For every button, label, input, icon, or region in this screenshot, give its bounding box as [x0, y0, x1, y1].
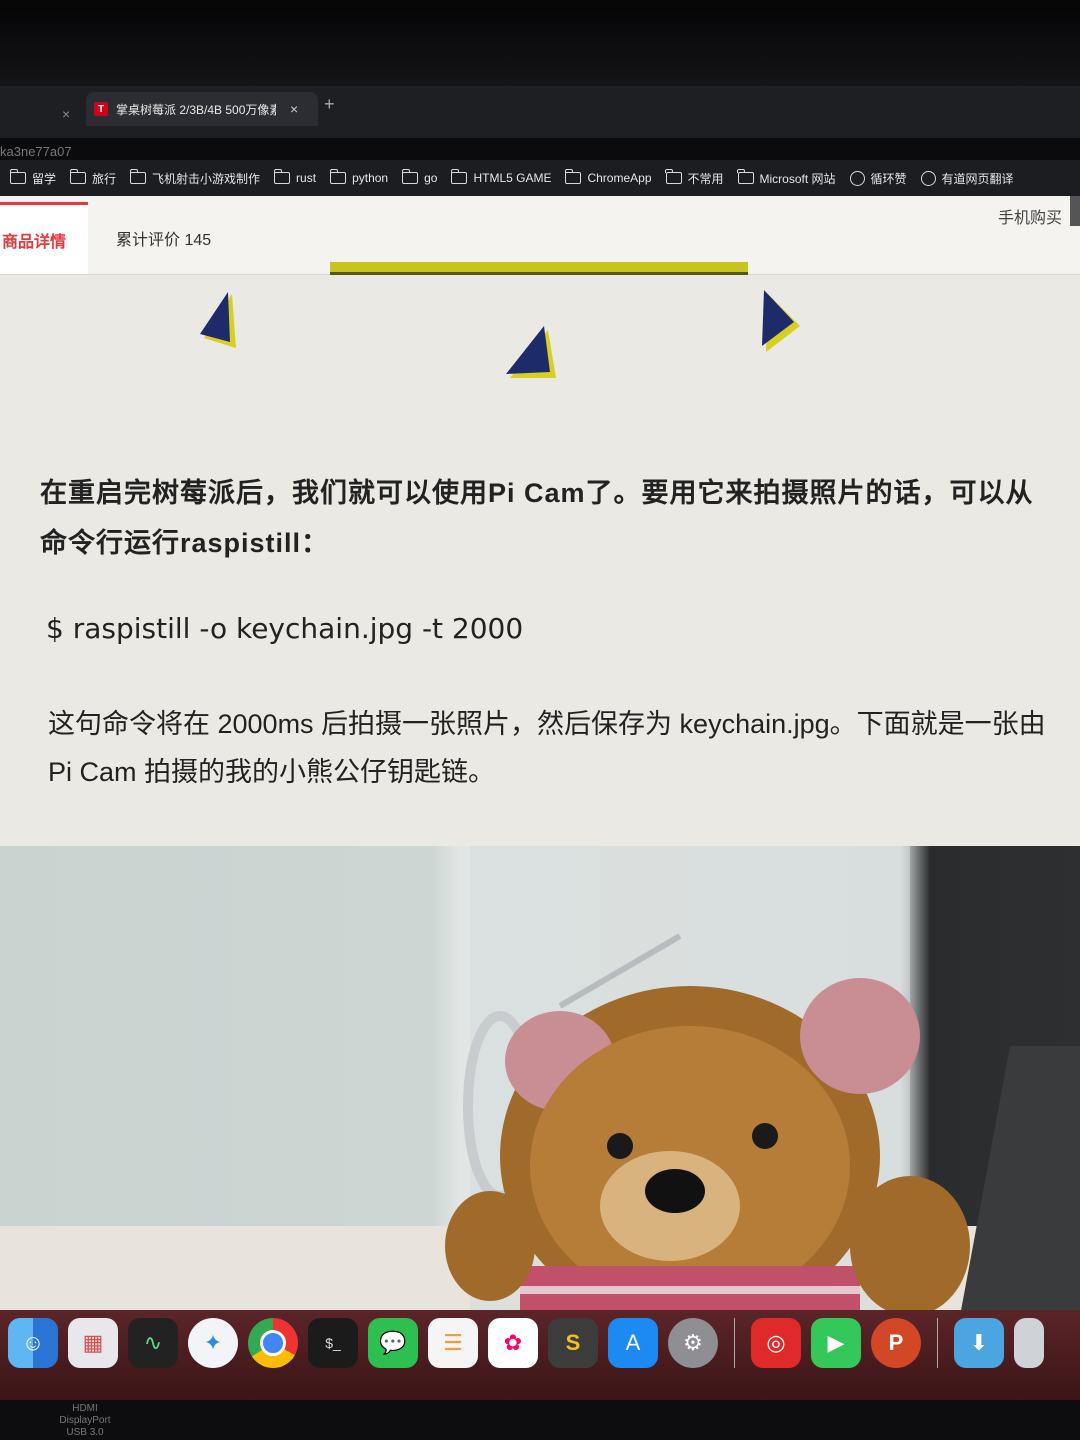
tmall-favicon-icon: T	[94, 102, 108, 116]
app-store-icon[interactable]: A	[608, 1318, 658, 1368]
finder-icon[interactable]: ☺	[8, 1318, 58, 1368]
folder-icon	[69, 169, 87, 184]
launchpad-icon[interactable]: ▦	[68, 1318, 118, 1368]
tab-close-icon[interactable]: ×	[290, 101, 298, 117]
downloads-folder-icon[interactable]: ⬇	[954, 1318, 1004, 1368]
folder-icon	[450, 169, 468, 184]
folder-icon	[329, 169, 347, 184]
bookmark-folder-study[interactable]: 留学	[9, 169, 56, 187]
folder-icon	[737, 169, 754, 184]
command-line-snippet: $ raspistill -o keychain.jpg -t 2000	[46, 612, 524, 645]
monitor-port-label: HDMI DisplayPort USB 3.0	[59, 1403, 111, 1438]
folder-icon	[9, 169, 26, 184]
bear-keychain-photo	[0, 846, 1080, 1310]
macos-dock: ☺ ▦ ∿ ✦ $_ 💬 ☰ ✿ S A ⚙ ◎ ▶ P ⬇	[0, 1310, 1080, 1400]
screen-bezel-top	[0, 0, 1080, 90]
tab-product-details[interactable]: 商品详情	[0, 202, 88, 274]
reminders-icon[interactable]: ☰	[428, 1318, 478, 1368]
bookmark-folder-travel[interactable]: 旅行	[69, 169, 116, 187]
photos-icon[interactable]: ✿	[488, 1318, 538, 1368]
facetime-icon[interactable]: ▶	[811, 1318, 861, 1368]
terminal-icon[interactable]: $_	[308, 1318, 358, 1368]
bookmark-link-youdao-translate[interactable]: 有道网页翻译	[920, 170, 1014, 187]
decorative-triangle-right	[762, 290, 800, 352]
system-preferences-icon[interactable]: ⚙	[668, 1318, 718, 1368]
new-tab-button[interactable]: +	[324, 94, 335, 115]
globe-icon	[920, 170, 936, 186]
teddy-bear-image	[0, 846, 1080, 1310]
tab-reviews[interactable]: 累计评价 145	[116, 226, 211, 250]
safari-icon[interactable]: ✦	[188, 1318, 238, 1368]
folder-icon	[129, 169, 147, 184]
powerpoint-icon[interactable]: P	[871, 1318, 921, 1368]
bookmarks-bar: 留学 旅行 飞机射击小游戏制作 rust python go HTML5 GAM…	[0, 160, 1080, 196]
bookmark-folder-go[interactable]: go	[401, 169, 437, 185]
mobile-buy-link[interactable]: 手机购买	[998, 204, 1062, 228]
folder-icon	[564, 169, 582, 184]
chrome-icon[interactable]	[248, 1318, 298, 1368]
activity-monitor-icon[interactable]: ∿	[128, 1318, 178, 1368]
folder-icon	[401, 169, 419, 184]
bookmark-folder-rust[interactable]: rust	[273, 169, 316, 185]
url-fragment: ka3ne77a07	[0, 144, 72, 159]
browser-tab-active[interactable]: T 掌桌树莓派 2/3B/4B 500万像素 ×	[86, 92, 318, 126]
tab-title: 掌桌树莓派 2/3B/4B 500万像素	[116, 102, 276, 117]
netease-music-icon[interactable]: ◎	[751, 1318, 801, 1368]
dock-separator	[937, 1318, 938, 1368]
previous-tab-close-icon[interactable]: ×	[62, 106, 70, 122]
bookmark-folder-rarely-used[interactable]: 不常用	[665, 169, 724, 187]
decorative-yellow-bar	[330, 262, 748, 275]
qr-code-icon[interactable]	[1070, 196, 1080, 226]
bookmark-folder-python[interactable]: python	[329, 169, 388, 185]
folder-icon	[665, 169, 682, 184]
bookmark-link-loop[interactable]: 循环赞	[849, 170, 907, 187]
monitor-bezel-bottom	[0, 1400, 1080, 1440]
article-paragraph-intro: 在重启完树莓派后，我们就可以使用Pi Cam了。要用它来拍摄照片的话，可以从命令…	[40, 478, 1034, 558]
sublime-icon[interactable]: S	[548, 1318, 598, 1368]
decorative-triangle-center	[506, 326, 556, 378]
folder-icon	[273, 169, 291, 184]
bookmark-folder-html5-game[interactable]: HTML5 GAME	[450, 169, 551, 185]
dock-separator	[734, 1318, 735, 1368]
decorative-triangle-left	[200, 292, 236, 348]
article-paragraph-description: 这句命令将在 2000ms 后拍摄一张照片，然后保存为 keychain.jpg…	[48, 709, 1046, 787]
bookmark-folder-shooter-game[interactable]: 飞机射击小游戏制作	[129, 169, 260, 187]
bookmark-folder-chromeapp[interactable]: ChromeApp	[564, 169, 652, 185]
globe-icon	[849, 170, 865, 186]
bookmark-folder-microsoft[interactable]: Microsoft 网站	[737, 169, 836, 187]
trash-icon[interactable]	[1014, 1318, 1044, 1368]
wechat-icon[interactable]: 💬	[368, 1318, 418, 1368]
product-page: 商品详情 累计评价 145 手机购买 在重启完树莓派后，我们就可以使用Pi Ca…	[0, 196, 1080, 1310]
